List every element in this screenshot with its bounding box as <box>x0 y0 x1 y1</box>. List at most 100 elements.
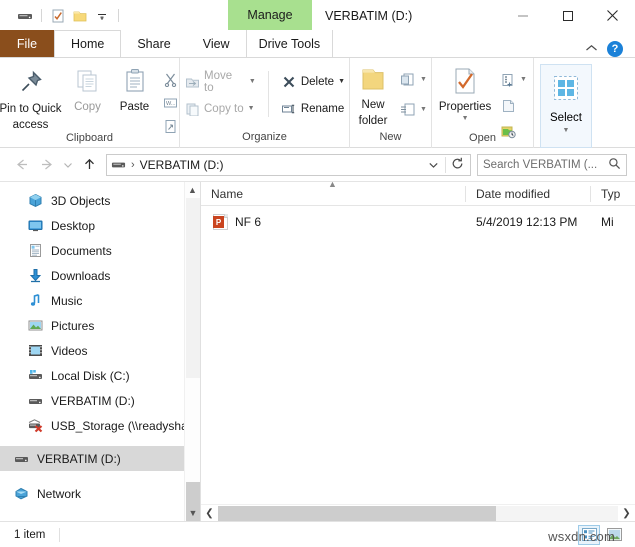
hscroll-thumb[interactable] <box>218 505 496 521</box>
column-header-date-modified[interactable]: Date modified <box>466 182 591 206</box>
sidebar-item-pictures[interactable]: Pictures <box>0 313 200 338</box>
rename-button[interactable]: Rename <box>277 98 349 119</box>
window-title: VERBATIM (D:) <box>325 8 413 23</box>
help-icon[interactable]: ? <box>607 41 623 57</box>
pin-to-quick-access-button[interactable]: Pin to Quick access <box>0 63 65 131</box>
hscroll-left-icon[interactable]: ❮ <box>201 505 218 522</box>
pin-to-quick-access-label2: access <box>12 118 49 131</box>
move-to-caret-icon[interactable]: ▼ <box>249 78 256 85</box>
breadcrumb-right-controls <box>428 156 466 173</box>
nav-scroll-up-icon[interactable]: ▲ <box>185 182 200 198</box>
item-count-label: 1 item <box>14 528 46 541</box>
copy-button[interactable]: Copy <box>65 63 111 114</box>
rename-label: Rename <box>300 102 345 115</box>
sidebar-item-label: Documents <box>51 243 112 258</box>
easy-access-button[interactable]: ▼ <box>396 99 431 120</box>
sidebar-item-local-disk-c[interactable]: Local Disk (C:) <box>0 363 200 388</box>
minimize-button[interactable] <box>500 0 545 31</box>
copy-label: Copy <box>74 101 101 113</box>
open-button[interactable]: ▼ <box>496 69 531 90</box>
customize-dropdown-icon[interactable] <box>91 5 113 27</box>
tab-view[interactable]: View <box>187 30 246 57</box>
tab-home[interactable]: Home <box>54 30 122 57</box>
copy-path-icon: W... <box>163 95 179 111</box>
new-item-button[interactable]: ▼ <box>396 69 431 90</box>
sidebar-item-documents[interactable]: Documents <box>0 238 200 263</box>
sidebar-item-verbatim-d-selected[interactable]: VERBATIM (D:) <box>0 446 200 471</box>
tab-drive-tools[interactable]: Drive Tools <box>245 30 334 57</box>
copy-to-button[interactable]: Copy to ▼ <box>180 98 260 119</box>
recent-locations-button[interactable] <box>60 152 76 178</box>
sidebar-item-label: Network <box>37 486 82 501</box>
sort-ascending-caret-icon: ▲ <box>328 182 337 189</box>
sidebar-item-videos[interactable]: Videos <box>0 338 200 363</box>
properties-button[interactable]: Properties ▼ <box>434 63 496 122</box>
delete-button[interactable]: Delete ▼ <box>277 71 349 92</box>
column-header-type[interactable]: Typ <box>591 182 631 206</box>
address-bar: › VERBATIM (D:) Search VERBATIM (... <box>0 148 635 181</box>
sidebar-item-verbatim-d-tree[interactable]: VERBATIM (D:) <box>0 388 200 413</box>
open-caret-icon[interactable]: ▼ <box>520 76 527 83</box>
new-folder-icon[interactable] <box>69 5 91 27</box>
sidebar-item-label: VERBATIM (D:) <box>51 393 135 408</box>
tab-file[interactable]: File <box>0 30 54 57</box>
drive-icon[interactable] <box>14 5 36 27</box>
nav-scroll-down-icon[interactable]: ▼ <box>185 505 200 521</box>
sidebar-item-network[interactable]: Network <box>0 481 200 506</box>
search-box[interactable]: Search VERBATIM (... <box>477 153 627 176</box>
close-button[interactable] <box>590 0 635 31</box>
copy-to-label: Copy to <box>204 102 244 115</box>
path-dropdown-icon[interactable] <box>428 158 439 172</box>
edit-button[interactable] <box>496 95 531 116</box>
organize-divider <box>267 71 269 117</box>
hscroll-track[interactable] <box>218 505 618 521</box>
open-small-buttons: ▼ <box>496 63 531 142</box>
properties-caret-icon[interactable]: ▼ <box>462 115 469 122</box>
forward-button[interactable] <box>34 152 60 178</box>
navigation-scrollbar[interactable]: ▲ ▼ <box>184 182 200 521</box>
sidebar-item-desktop[interactable]: Desktop <box>0 213 200 238</box>
sidebar-item-usb-storage[interactable]: USB_Storage (\\readyshare) <box>0 413 200 438</box>
powerpoint-icon-letter: P <box>213 216 224 228</box>
tab-share[interactable]: Share <box>121 30 186 57</box>
network-drive-disconnected-icon <box>28 418 43 433</box>
move-to-button[interactable]: Move to ▼ <box>180 69 260 94</box>
sidebar-item-label: Pictures <box>51 318 95 333</box>
select-caret-icon[interactable]: ▼ <box>563 127 570 134</box>
column-header-name[interactable]: Name ▲ <box>201 182 466 206</box>
search-icon[interactable] <box>608 157 621 173</box>
new-folder-button[interactable]: New folder <box>350 63 396 127</box>
delete-caret-icon[interactable]: ▼ <box>338 78 345 85</box>
history-button[interactable] <box>496 121 531 142</box>
contextual-tab-manage[interactable]: Manage <box>228 0 312 30</box>
breadcrumb-path[interactable]: VERBATIM (D:) <box>140 158 224 172</box>
table-row[interactable]: P NF 6 5/4/2019 12:13 PM Mi <box>201 210 635 234</box>
back-button[interactable] <box>8 152 34 178</box>
copy-to-caret-icon[interactable]: ▼ <box>248 105 255 112</box>
maximize-button[interactable] <box>545 0 590 31</box>
easy-access-caret-icon[interactable]: ▼ <box>420 106 427 113</box>
breadcrumb[interactable]: › VERBATIM (D:) <box>106 153 471 176</box>
cut-button[interactable] <box>159 69 183 90</box>
ribbon-group-clipboard: Pin to Quick access Copy Paste W... Clip… <box>0 58 180 148</box>
copy-path-button[interactable]: W... <box>159 92 183 113</box>
properties-icon[interactable] <box>47 5 69 27</box>
search-input[interactable]: Search VERBATIM (... <box>483 159 608 171</box>
horizontal-scrollbar[interactable]: ❮ ❯ <box>201 504 635 521</box>
paste-shortcut-button[interactable] <box>159 115 183 136</box>
drive-icon <box>14 451 29 466</box>
refresh-icon[interactable] <box>445 156 464 173</box>
sidebar-item-downloads[interactable]: Downloads <box>0 263 200 288</box>
move-to-label: Move to <box>204 69 233 94</box>
navigation-pane: 3D Objects Desktop Documents Downloads M… <box>0 182 200 521</box>
collapse-ribbon-icon[interactable] <box>585 42 598 56</box>
file-name-cell[interactable]: P NF 6 <box>201 214 466 230</box>
sidebar-item-3d-objects[interactable]: 3D Objects <box>0 188 200 213</box>
up-button[interactable] <box>76 152 102 178</box>
breadcrumb-separator-icon[interactable]: › <box>131 159 135 171</box>
new-item-caret-icon[interactable]: ▼ <box>420 76 427 83</box>
hscroll-right-icon[interactable]: ❯ <box>618 505 635 522</box>
sidebar-item-music[interactable]: Music <box>0 288 200 313</box>
select-button[interactable]: Select ▼ <box>540 64 592 148</box>
paste-button[interactable]: Paste <box>111 63 159 114</box>
